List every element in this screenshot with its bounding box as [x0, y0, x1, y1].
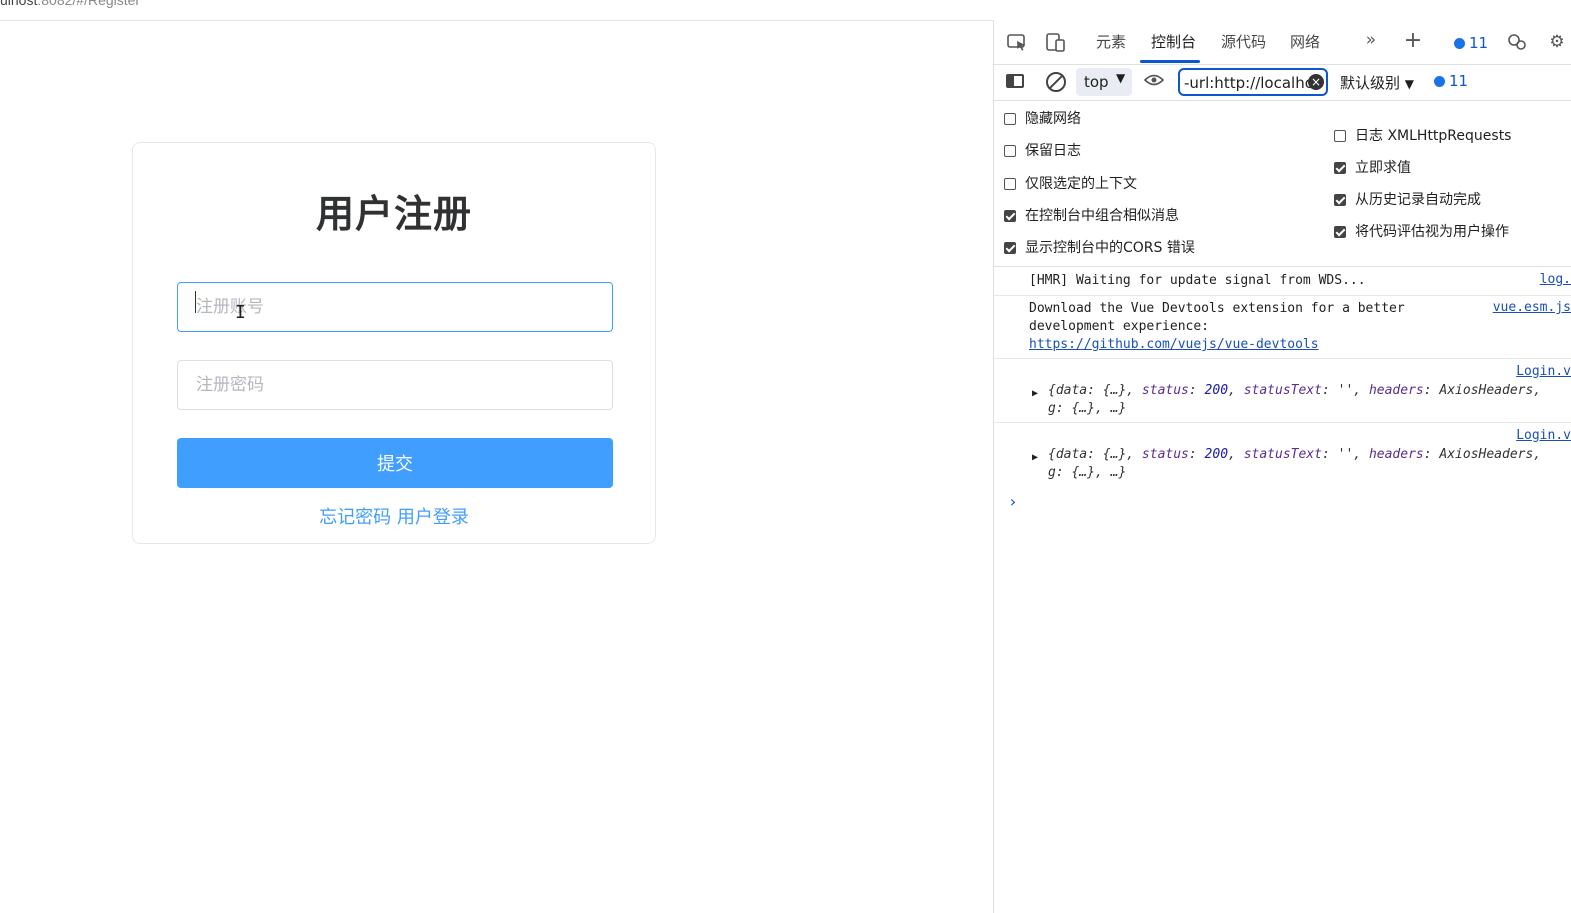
console-source-link[interactable]: Login.v — [1516, 428, 1571, 443]
setting-eager-eval[interactable]: 立即求值 — [1334, 157, 1411, 177]
console-object-tail: g: {…}, …} — [1048, 401, 1127, 416]
checkbox[interactable] — [1004, 145, 1016, 157]
setting-log-xhr[interactable]: 日志 XMLHttpRequests — [1334, 125, 1511, 145]
checkbox-checked[interactable] — [1334, 194, 1346, 206]
login-link[interactable]: 用户登录 — [397, 507, 469, 528]
context-selector[interactable]: top ▼ — [1076, 68, 1132, 96]
message-count-badge[interactable]: 11 — [1434, 72, 1468, 90]
console-source-link[interactable]: Login.v — [1516, 364, 1571, 379]
console-toolbar: top ▼ -url:http://localhos × 默认级别 ▼ 11 — [994, 64, 1571, 101]
console-object[interactable]: {data: {…}, status: 200, statusText: '',… — [1048, 446, 1541, 464]
address-bar[interactable]: ulhost:8082/#/Register — [0, 0, 993, 20]
password-input[interactable] — [177, 360, 613, 410]
checkbox-checked[interactable] — [1004, 242, 1016, 254]
console-message-text: [HMR] Waiting for update signal from WDS… — [1029, 273, 1366, 288]
page-viewport: 用户注册 提交 忘记密码 用户登录 — [0, 20, 994, 913]
console-message: Download the Vue Devtools extension for … — [994, 295, 1571, 359]
setting-autocomplete-history[interactable]: 从历史记录自动完成 — [1334, 189, 1481, 209]
console-source-link[interactable]: vue.esm.js — [1493, 300, 1571, 315]
issues-badge[interactable]: 11 — [1454, 34, 1488, 52]
console-prompt-chevron-icon[interactable]: › — [1008, 492, 1018, 511]
log-level-selector[interactable]: 默认级别 ▼ — [1340, 72, 1414, 93]
tab-network[interactable]: 网络 — [1290, 31, 1320, 52]
checkbox[interactable] — [1334, 130, 1346, 142]
text-caret — [195, 291, 196, 313]
page-title: 用户注册 — [315, 192, 472, 236]
checkbox-checked[interactable] — [1004, 210, 1016, 222]
setting-selected-context-only[interactable]: 仅限选定的上下文 — [1004, 173, 1137, 193]
setting-hide-network[interactable]: 隐藏网络 — [1004, 108, 1081, 128]
level-dropdown-arrow-icon: ▼ — [1404, 77, 1415, 91]
message-bubble-icon — [1454, 38, 1465, 49]
tab-sources[interactable]: 源代码 — [1221, 31, 1266, 52]
ibeam-cursor-icon: I — [235, 302, 246, 323]
checkbox-checked[interactable] — [1334, 162, 1346, 174]
clear-console-icon[interactable] — [1046, 72, 1066, 92]
filter-input[interactable]: -url:http://localhos × — [1178, 68, 1328, 96]
log-level-label: 默认级别 — [1340, 74, 1401, 92]
clear-filter-icon[interactable]: × — [1308, 74, 1324, 90]
devtools-github-link[interactable]: https://github.com/vuejs/vue-devtools — [1029, 336, 1319, 354]
active-tab-indicator — [1140, 60, 1200, 63]
more-tabs-icon[interactable]: » — [1360, 30, 1382, 50]
auth-links: 忘记密码 用户登录 — [133, 503, 655, 529]
expand-triangle-icon[interactable]: ▶ — [1032, 452, 1038, 463]
console-message: Login.v ▶ {data: {…}, status: 200, statu… — [994, 422, 1571, 486]
address-bar-url: ulhost:8082/#/Register — [0, 0, 141, 8]
console-message: [HMR] Waiting for update signal from WDS… — [994, 266, 1571, 296]
checkbox[interactable] — [1004, 178, 1016, 190]
checkbox[interactable] — [1004, 113, 1016, 125]
settings-sync-icon[interactable] — [1506, 32, 1528, 52]
device-toolbar-icon[interactable] — [1044, 32, 1066, 52]
submit-button[interactable]: 提交 — [177, 438, 613, 488]
message-count-bubble-icon — [1434, 76, 1445, 87]
context-label: top — [1084, 73, 1109, 91]
filter-value: -url:http://localhos — [1184, 74, 1322, 92]
setting-preserve-log[interactable]: 保留日志 — [1004, 140, 1081, 160]
console-settings: 隐藏网络 保留日志 仅限选定的上下文 在控制台中组合相似消息 显示控制台中的CO… — [994, 100, 1571, 267]
console-source-link[interactable]: log. — [1540, 272, 1571, 287]
sidebar-toggle-icon[interactable] — [1006, 74, 1024, 88]
tab-console[interactable]: 控制台 — [1151, 31, 1196, 52]
setting-show-cors-errors[interactable]: 显示控制台中的CORS 错误 — [1004, 237, 1195, 257]
tab-elements[interactable]: 元素 — [1096, 31, 1126, 52]
forgot-password-link[interactable]: 忘记密码 — [319, 507, 391, 528]
gear-icon[interactable]: ⚙ — [1546, 32, 1568, 52]
devtools-tabbar: 元素 控制台 源代码 网络 » + 11 ⚙ — [994, 20, 1571, 65]
checkbox-checked[interactable] — [1334, 226, 1346, 238]
console-object-tail: g: {…}, …} — [1048, 465, 1127, 480]
console-message-text: Download the Vue Devtools extension for … — [1029, 301, 1405, 316]
setting-user-gesture-eval[interactable]: 将代码评估视为用户操作 — [1334, 221, 1509, 241]
register-card: 用户注册 提交 忘记密码 用户登录 — [132, 142, 656, 544]
expand-triangle-icon[interactable]: ▶ — [1032, 388, 1038, 399]
console-message: Login.v ▶ {data: {…}, status: 200, statu… — [994, 358, 1571, 423]
console-message-text: development experience: — [1029, 319, 1210, 334]
inspect-element-icon[interactable] — [1006, 32, 1028, 52]
live-expression-eye-icon[interactable] — [1143, 72, 1165, 93]
console-object[interactable]: {data: {…}, status: 200, statusText: '',… — [1048, 382, 1541, 400]
setting-group-similar[interactable]: 在控制台中组合相似消息 — [1004, 205, 1179, 225]
devtools-panel: 元素 控制台 源代码 网络 » + 11 ⚙ top ▼ -url:http:/… — [994, 20, 1571, 912]
add-tab-icon[interactable]: + — [1402, 28, 1424, 53]
dropdown-arrow-icon: ▼ — [1116, 71, 1126, 85]
